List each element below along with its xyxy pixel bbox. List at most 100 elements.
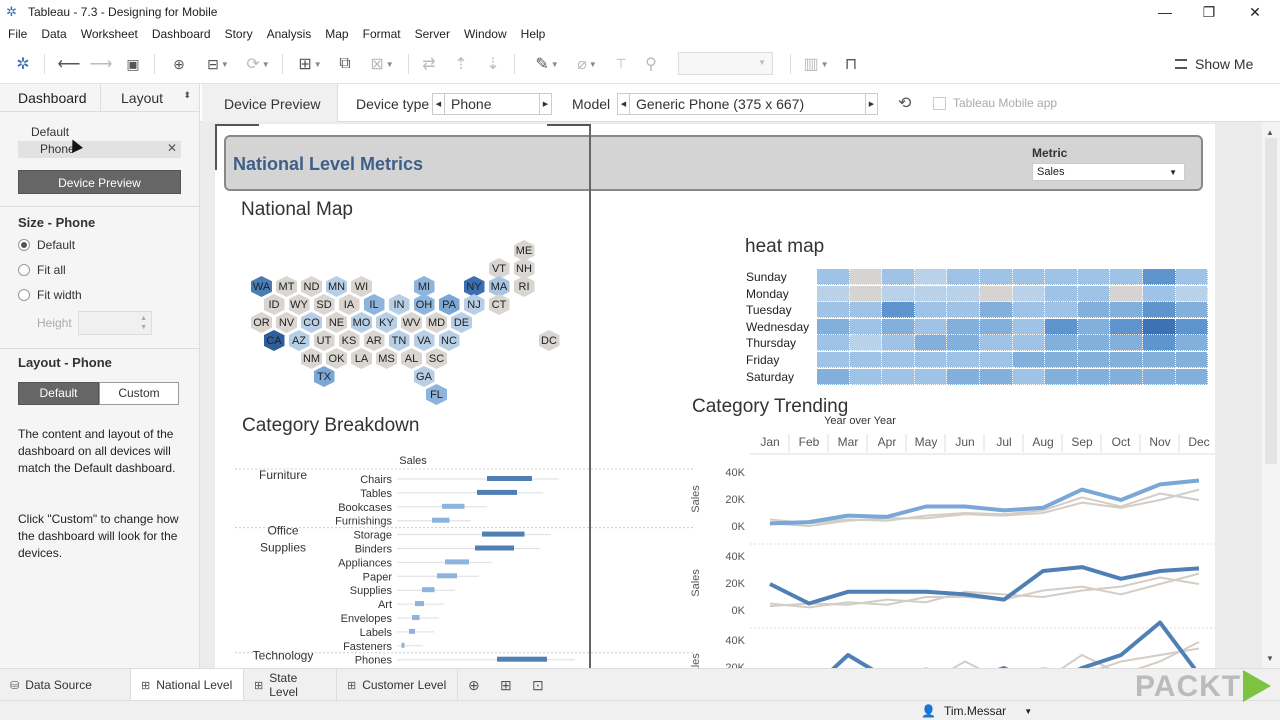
heat-cell[interactable] (1175, 352, 1209, 368)
minimize-button[interactable]: — (1142, 0, 1188, 24)
heat-cell[interactable] (1143, 352, 1176, 368)
heat-cell[interactable] (882, 368, 915, 385)
heat-cell[interactable] (914, 368, 948, 385)
device-type-select[interactable]: ◀ Phone ▶ (432, 93, 552, 115)
heat-cell[interactable] (980, 318, 1013, 335)
heat-cell[interactable] (914, 335, 948, 352)
state-hex-tn[interactable]: TN (388, 330, 410, 351)
heat-cell[interactable] (1077, 285, 1111, 302)
heat-cell[interactable] (817, 285, 850, 302)
undo-icon[interactable]: ⟵ (58, 53, 81, 75)
state-hex-ar[interactable]: AR (363, 330, 385, 351)
state-hex-nc[interactable]: NC (438, 330, 460, 351)
menu-map[interactable]: Map (325, 27, 348, 41)
heat-cell[interactable] (1045, 368, 1078, 385)
layout-default-button[interactable]: Default (18, 382, 99, 405)
menu-dashboard[interactable]: Dashboard (152, 27, 211, 41)
size-fit-width-radio[interactable]: Fit width (18, 288, 82, 302)
prev-icon[interactable]: ◀ (433, 94, 445, 114)
heat-cell[interactable] (980, 368, 1013, 385)
mobile-app-checkbox[interactable]: Tableau Mobile app (933, 96, 1057, 110)
state-hex-ok[interactable]: OK (326, 348, 347, 369)
tab-dashboard[interactable]: Dashboard (0, 84, 100, 111)
heat-cell[interactable] (947, 318, 980, 335)
fit-combo[interactable]: ▼ (678, 52, 773, 75)
state-hex-il[interactable]: IL (363, 294, 385, 315)
heat-cell[interactable] (882, 318, 915, 335)
device-preview-tab[interactable]: Device Preview (202, 84, 338, 122)
menu-analysis[interactable]: Analysis (267, 27, 312, 41)
state-hex-nh[interactable]: NH (513, 258, 535, 279)
heat-cell[interactable] (1175, 302, 1209, 319)
state-hex-vt[interactable]: VT (488, 258, 510, 279)
heat-cell[interactable] (947, 302, 980, 319)
heat-cell[interactable] (980, 352, 1013, 368)
next-icon[interactable]: ▶ (539, 94, 551, 114)
new-data-source-icon[interactable]: ⊕ (168, 53, 190, 75)
heat-cell[interactable] (882, 285, 915, 302)
menu-worksheet[interactable]: Worksheet (81, 27, 138, 41)
state-hex-or[interactable]: OR (251, 312, 272, 333)
new-worksheet-icon[interactable]: ⊞ ▼ (292, 53, 328, 75)
state-hex-ky[interactable]: KY (376, 312, 397, 333)
heat-cell[interactable] (1012, 269, 1046, 285)
heat-cell[interactable] (1045, 302, 1078, 319)
swap-icon[interactable]: ⇄ (418, 53, 440, 75)
heat-cell[interactable] (817, 368, 850, 385)
prev-icon[interactable]: ◀ (618, 94, 630, 114)
group-icon[interactable]: ⌀ ▼ (570, 53, 604, 75)
scroll-up-icon[interactable]: ▲ (1266, 128, 1274, 137)
series-line-other[interactable] (769, 576, 1200, 608)
heat-cell[interactable] (817, 352, 850, 368)
rotate-icon[interactable]: ⟲ (898, 93, 911, 113)
heat-cell[interactable] (849, 285, 883, 302)
state-hex-wy[interactable]: WY (288, 294, 310, 315)
sort-ascending-icon[interactable]: ⇡ (450, 53, 472, 75)
bar-mark[interactable] (401, 642, 405, 648)
state-hex-ct[interactable]: CT (488, 294, 510, 315)
state-hex-fl[interactable]: FL (426, 384, 447, 405)
heat-cell[interactable] (914, 352, 948, 368)
state-hex-id[interactable]: ID (263, 294, 285, 315)
state-hex-mt[interactable]: MT (276, 276, 297, 297)
save-icon[interactable]: ▣ (122, 53, 144, 75)
heat-cell[interactable] (1143, 302, 1176, 319)
heat-cell[interactable] (980, 302, 1013, 319)
state-hex-ne[interactable]: NE (326, 312, 347, 333)
bar-mark[interactable] (432, 517, 450, 523)
heat-cell[interactable] (882, 352, 915, 368)
tab-layout[interactable]: Layout ⬍ (100, 84, 199, 111)
heat-cell[interactable] (882, 302, 915, 319)
heat-cell[interactable] (1110, 368, 1143, 385)
device-default[interactable]: Default (31, 125, 69, 139)
state-hex-nd[interactable]: ND (301, 276, 322, 297)
heat-cell[interactable] (1175, 269, 1209, 285)
state-hex-la[interactable]: LA (351, 348, 372, 369)
heat-cell[interactable] (849, 335, 883, 352)
vertical-scrollbar[interactable]: ▲ ▼ (1262, 122, 1280, 668)
model-select[interactable]: ◀ Generic Phone (375 x 667) ▶ (617, 93, 878, 115)
state-hex-ny[interactable]: NY (463, 276, 485, 297)
bar-mark[interactable] (482, 531, 525, 537)
heat-cell[interactable] (817, 318, 850, 335)
heat-cell[interactable] (1012, 285, 1046, 302)
heat-cell[interactable] (914, 302, 948, 319)
heat-cell[interactable] (817, 302, 850, 319)
heat-cell[interactable] (1175, 335, 1209, 352)
duplicate-icon[interactable]: ⧉ (334, 53, 356, 75)
maximize-button[interactable]: ❐ (1186, 0, 1232, 24)
state-hex-nj[interactable]: NJ (463, 294, 485, 315)
metric-select[interactable]: Sales ▼ (1032, 163, 1185, 181)
sheet-tab-customer-level[interactable]: ⊞ Customer Level (337, 669, 458, 701)
tableau-start-icon[interactable]: ✲ (12, 53, 34, 75)
heat-cell[interactable] (947, 285, 980, 302)
show-me-button[interactable]: Show Me (1175, 54, 1253, 74)
bar-mark[interactable] (497, 656, 547, 662)
heat-cell[interactable] (1012, 335, 1046, 352)
state-hex-sd[interactable]: SD (313, 294, 335, 315)
state-hex-va[interactable]: VA (413, 330, 435, 351)
sheet-tab-national-level[interactable]: ⊞ National Level (131, 669, 244, 701)
heat-cell[interactable] (1012, 302, 1046, 319)
heat-cell[interactable] (849, 352, 883, 368)
state-hex-tx[interactable]: TX (313, 366, 335, 387)
